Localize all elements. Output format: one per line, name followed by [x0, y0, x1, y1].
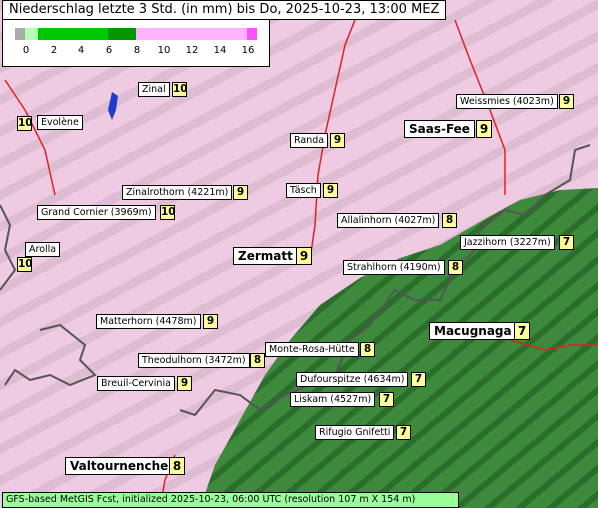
precip-value-arolla: 10 [17, 257, 33, 272]
precip-value-tasch: 9 [323, 183, 338, 198]
place-label-tasch: Täsch [286, 183, 321, 198]
place-label-liskam: Liskam (4527m) [290, 392, 376, 407]
place-label-rifugio-gnifetti: Rifugio Gnifetti [315, 425, 395, 440]
legend-tick: 10 [157, 45, 171, 56]
precip-value-grand-cornier: 10 [160, 205, 176, 220]
legend-tick: 12 [185, 45, 199, 56]
legend-swatch-5 [247, 28, 257, 40]
precip-value-theodulhorn: 8 [250, 353, 265, 368]
map-title: Niederschlag letzte 3 Std. (in mm) bis D… [2, 0, 447, 20]
precip-value-breuil-cervinia: 9 [177, 376, 192, 391]
precip-value-jazzihorn: 7 [559, 235, 574, 250]
legend-tick: 4 [77, 45, 85, 56]
place-label-evolene: Evolène [37, 115, 83, 130]
precip-value-evolene: 10 [17, 116, 33, 131]
legend-swatch-1 [25, 28, 38, 40]
precip-value-matterhorn: 9 [203, 314, 218, 329]
precip-value-dufourspitze: 7 [411, 372, 426, 387]
place-label-valtournenche: Valtournenche [65, 457, 174, 475]
legend: 0 2 4 6 8 10 12 14 16 [2, 19, 270, 67]
place-label-matterhorn: Matterhorn (4478m) [96, 314, 201, 329]
legend-swatch-0 [15, 28, 25, 40]
precip-value-weissmies: 9 [559, 94, 574, 109]
precip-value-monte-rosa-hutte: 8 [360, 342, 375, 357]
precip-value-rifugio-gnifetti: 7 [396, 425, 411, 440]
place-label-zermatt: Zermatt [233, 247, 298, 265]
precip-value-zermatt: 9 [296, 247, 312, 265]
place-label-zinal: Zinal [138, 82, 170, 97]
legend-swatch-4 [136, 28, 247, 40]
legend-swatch-2 [38, 28, 108, 40]
place-label-monte-rosa-hutte: Monte-Rosa-Hütte [265, 342, 359, 357]
model-info-footer: GFS-based MetGIS Fcst, initialized 2025-… [2, 492, 459, 508]
precip-value-zinal: 10 [172, 82, 188, 97]
place-label-strahlhorn: Strahlhorn (4190m) [343, 260, 445, 275]
place-label-breuil-cervinia: Breuil-Cervinia [97, 376, 175, 391]
legend-tick: 8 [133, 45, 141, 56]
place-label-allalinhorn: Allalinhorn (4027m) [337, 213, 440, 228]
legend-swatch-3 [108, 28, 136, 40]
legend-tick: 16 [241, 45, 255, 56]
place-label-saas-fee: Saas-Fee [404, 120, 475, 138]
precip-value-allalinhorn: 8 [442, 213, 457, 228]
precip-value-macugnaga: 7 [514, 322, 530, 340]
place-label-dufourspitze: Dufourspitze (4634m) [296, 372, 409, 387]
legend-tick: 14 [213, 45, 227, 56]
place-label-randa: Randa [290, 133, 329, 148]
precip-value-strahlhorn: 8 [448, 260, 463, 275]
place-label-theodulhorn: Theodulhorn (3472m) [138, 353, 250, 368]
place-label-grand-cornier: Grand Cornier (3969m) [37, 205, 156, 220]
place-label-macugnaga: Macugnaga [429, 322, 517, 340]
precip-value-zinalrothorn: 9 [233, 185, 248, 200]
place-label-zinalrothorn: Zinalrothorn (4221m) [122, 185, 233, 200]
legend-tick: 6 [105, 45, 113, 56]
precip-value-liskam: 7 [379, 392, 394, 407]
legend-tick: 2 [50, 45, 58, 56]
place-label-weissmies: Weissmies (4023m) [456, 94, 558, 109]
precip-value-valtournenche: 8 [169, 457, 185, 475]
precip-value-randa: 9 [330, 133, 345, 148]
precip-value-saas-fee: 9 [476, 120, 492, 138]
place-label-jazzihorn: Jazzihorn (3227m) [460, 235, 555, 250]
legend-tick: 0 [22, 45, 30, 56]
place-label-arolla: Arolla [25, 242, 61, 257]
